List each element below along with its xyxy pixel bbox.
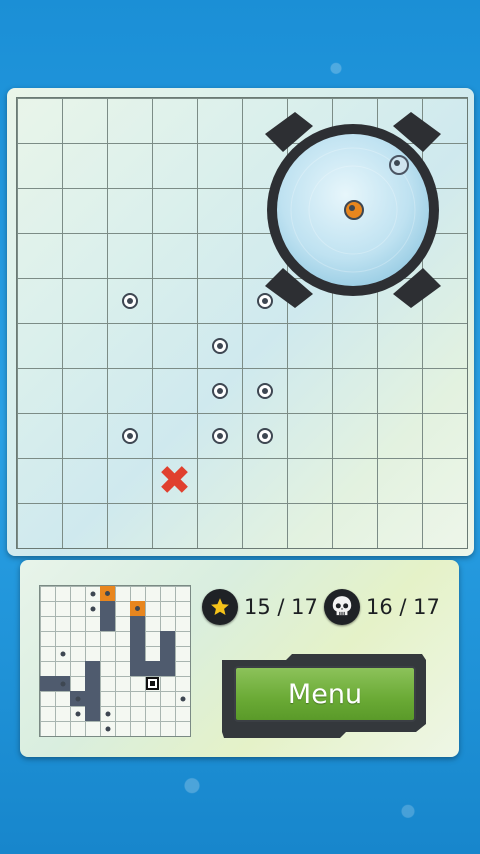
peg: [256, 382, 273, 399]
peg: [256, 427, 273, 444]
peg: [211, 427, 228, 444]
peg: [121, 292, 138, 309]
minimap-wall: [130, 631, 145, 646]
minimap-wall: [100, 601, 115, 616]
minimap-wall: [100, 616, 115, 631]
minimap-peg: [105, 711, 110, 716]
minimap-orange-cell: [130, 601, 145, 616]
minimap-wall: [160, 631, 175, 646]
minimap-peg: [90, 591, 95, 596]
stars-counter: 15 / 17: [202, 588, 318, 626]
minimap-wall: [85, 661, 100, 676]
minimap-peg: [75, 696, 80, 701]
minimap-cursor: [146, 677, 159, 690]
peg: [211, 382, 228, 399]
minimap-orange-cell: [100, 586, 115, 601]
peg: [211, 337, 228, 354]
minimap-wall: [130, 616, 145, 631]
magnifier-lens: [253, 112, 453, 308]
minimap-peg: [105, 726, 110, 731]
minimap-peg: [60, 651, 65, 656]
minimap-wall: [85, 676, 100, 691]
minimap-wall: [85, 706, 100, 721]
minimap-wall: [130, 646, 145, 661]
minimap-peg: [60, 681, 65, 686]
minimap-wall: [85, 691, 100, 706]
minimap-peg: [75, 711, 80, 716]
minimap-wall: [145, 661, 160, 676]
star-icon: [202, 589, 238, 625]
menu-button[interactable]: Menu: [234, 666, 416, 722]
minimap-wall: [160, 646, 175, 661]
target-cross-icon: ✖: [157, 457, 192, 504]
level-minimap: [39, 585, 191, 737]
minimap-peg: [90, 606, 95, 611]
menu-button-frame: Menu: [216, 652, 430, 740]
minimap-wall: [130, 661, 145, 676]
deaths-counter: 16 / 17: [324, 588, 440, 626]
minimap-wall: [160, 661, 175, 676]
minimap-peg: [180, 696, 185, 701]
minimap-wall: [40, 676, 55, 691]
stars-count: 15 / 17: [244, 595, 318, 619]
deaths-count: 16 / 17: [366, 595, 440, 619]
skull-icon: [324, 589, 360, 625]
status-panel: 15 / 17 16 / 17 Menu: [20, 560, 459, 757]
peg: [121, 427, 138, 444]
orange-peg: [343, 199, 364, 220]
peg: [388, 154, 409, 175]
